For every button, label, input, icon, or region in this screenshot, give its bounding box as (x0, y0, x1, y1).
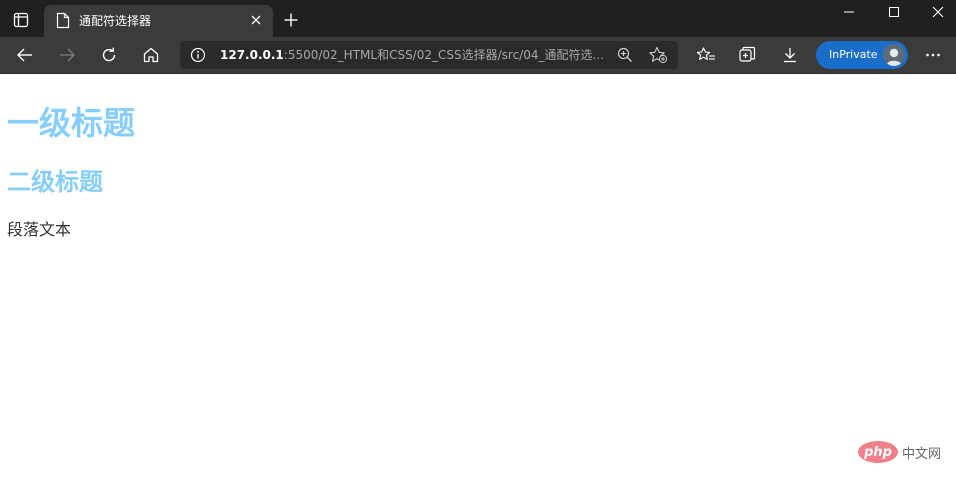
minimize-icon[interactable] (826, 0, 872, 24)
new-tab-icon[interactable] (281, 10, 301, 30)
heading-level-2: 二级标题 (7, 168, 103, 196)
info-icon[interactable] (190, 47, 206, 63)
url-host: 127.0.0.1 (220, 48, 284, 62)
php-logo: php (858, 441, 898, 463)
forward-icon[interactable] (54, 43, 80, 67)
back-icon[interactable] (12, 43, 38, 67)
watermark-text: 中文网 (902, 446, 942, 462)
site-watermark: php 中文网 (858, 438, 941, 466)
avatar (883, 44, 905, 66)
more-icon[interactable] (920, 43, 946, 67)
page-viewport: 一级标题 二级标题 段落文本 (0, 74, 956, 482)
heading-level-1: 一级标题 (7, 104, 136, 142)
download-icon[interactable] (777, 43, 803, 67)
favorites-icon[interactable] (693, 43, 719, 67)
inprivate-button[interactable]: InPrivate (816, 41, 908, 69)
tab-actions-icon[interactable] (10, 11, 32, 29)
collections-icon[interactable] (735, 43, 761, 67)
active-tab[interactable]: 通配符选择器 (44, 5, 273, 37)
browser-toolbar: 127.0.0.1:5500/02_HTML和CSS/02_CSS选择器/src… (0, 37, 956, 74)
close-icon[interactable] (248, 12, 264, 28)
address-bar[interactable]: 127.0.0.1:5500/02_HTML和CSS/02_CSS选择器/src… (180, 41, 678, 69)
url-text: 127.0.0.1:5500/02_HTML和CSS/02_CSS选择器/src… (220, 47, 606, 63)
tab-title: 通配符选择器 (79, 14, 152, 28)
paragraph-text: 段落文本 (7, 220, 72, 239)
document-icon (56, 12, 70, 29)
maximize-icon[interactable] (871, 0, 917, 24)
tab-bar: 通配符选择器 (0, 0, 956, 37)
inprivate-label: InPrivate (829, 48, 878, 61)
url-path: :5500/02_HTML和CSS/02_CSS选择器/src/04_通配符选.… (283, 48, 604, 62)
refresh-icon[interactable] (96, 43, 122, 67)
home-icon[interactable] (138, 43, 164, 67)
window-close-icon[interactable] (915, 0, 956, 24)
add-favorite-icon[interactable] (648, 46, 668, 64)
zoom-icon[interactable] (616, 46, 634, 64)
